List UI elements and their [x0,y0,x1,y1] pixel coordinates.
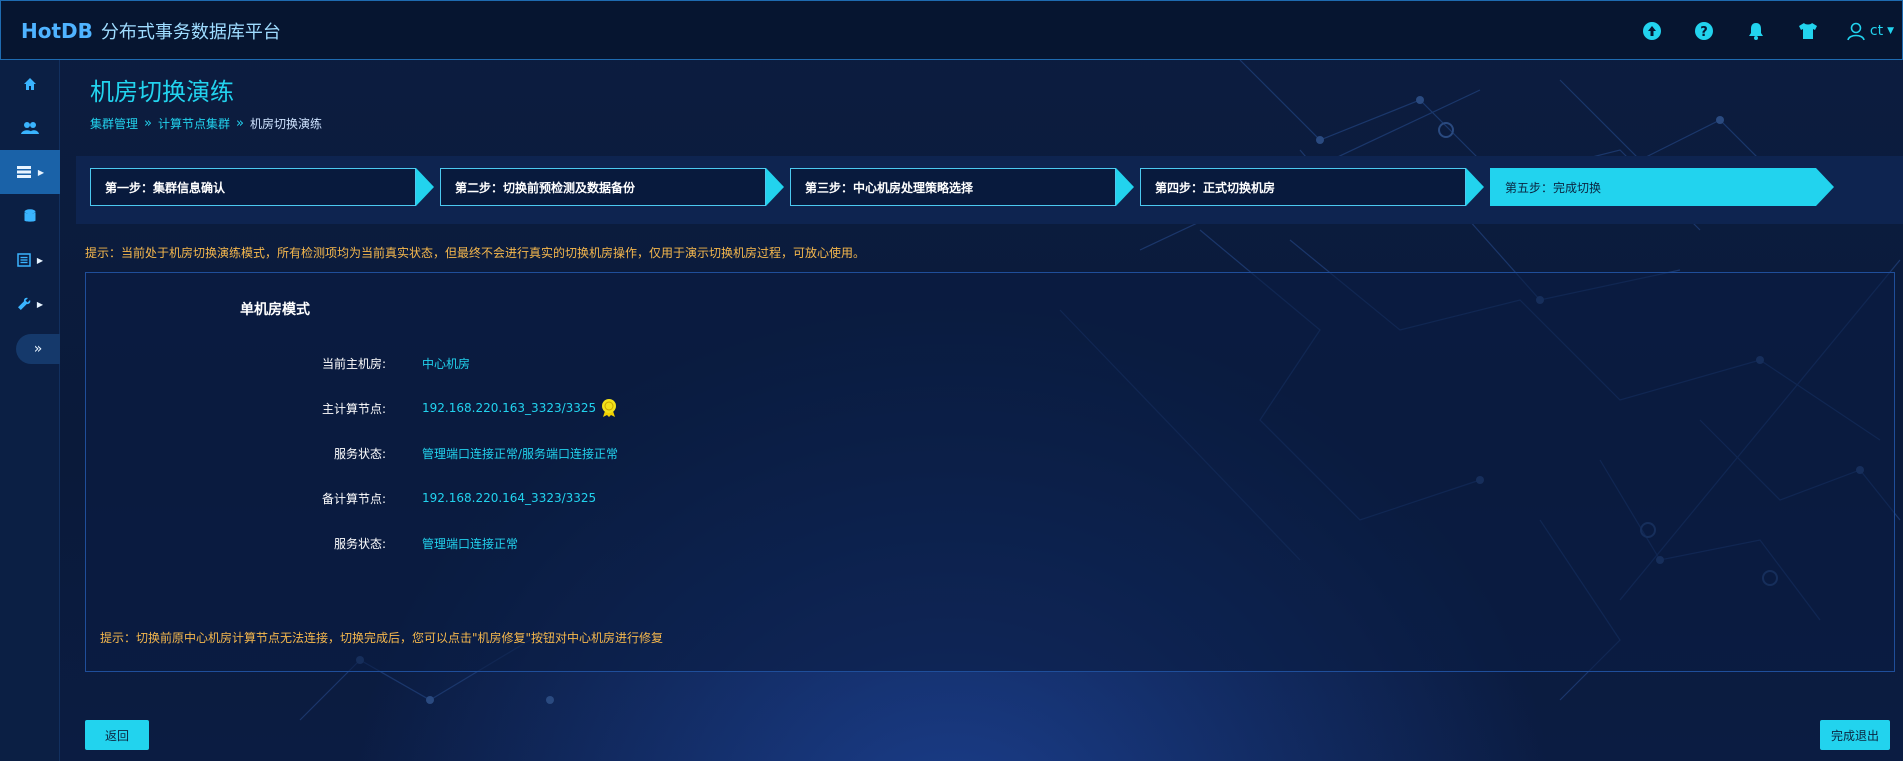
value-text: 管理端口连接正常/服务端口连接正常 [422,446,619,461]
value-text: 管理端口连接正常 [422,536,519,551]
back-button[interactable]: 返回 [85,720,149,750]
row-label: 备计算节点: [321,491,386,506]
sidebar-toggle[interactable]: » [16,334,60,364]
sidebar: ▶ ▶ ▶ » [0,60,60,761]
finish-exit-button[interactable]: 完成退出 [1820,720,1890,750]
header-actions: ? ct ▼ [1638,15,1902,47]
double-chevron-right-icon: » [33,341,43,357]
demo-mode-hint: 提示：当前处于机房切换演练模式，所有检测项均为当前真实状态，但最终不会进行真实的… [85,246,866,260]
info-row: 服务状态: 管理端口连接正常 [86,533,518,553]
main-content: 机房切换演练 集群管理 » 计算节点集群 » 机房切换演练 第一步：集群信息确认… [60,60,1903,761]
step-1: 第一步：集群信息确认 [90,168,416,206]
step-arrow-icon [416,168,434,206]
step-arrow-icon [1116,168,1134,206]
database-icon [24,209,36,222]
svg-text:?: ? [1700,25,1708,40]
logo[interactable]: HotDB 分布式事务数据库平台 [21,15,281,47]
step-5: 第五步：完成切换 [1490,168,1816,206]
summary-panel: 单机房模式 当前主机房: 中心机房 主计算节点: 192.168.220.163… [85,272,1895,672]
chevron-down-icon: ▼ [1887,26,1894,36]
step-4: 第四步：正式切换机房 [1140,168,1466,206]
row-value: 中心机房 [422,355,470,372]
sidebar-item-users[interactable] [0,106,60,150]
row-label: 当前主机房: [321,356,386,371]
list-icon [17,253,31,267]
page-title: 机房切换演练 [90,78,234,106]
value-text: 192.168.220.164_3323/3325 [422,491,597,505]
users-icon [21,122,39,134]
info-row: 当前主机房: 中心机房 [86,353,470,373]
logo-text: HotDB [21,19,93,43]
row-value: 192.168.220.163_3323/3325 [422,398,618,418]
sidebar-item-list[interactable]: ▶ [0,238,60,282]
sidebar-item-home[interactable] [0,62,60,106]
sidebar-item-cluster[interactable]: ▶ [0,150,60,194]
sidebar-item-tools[interactable]: ▶ [0,282,60,326]
row-label: 服务状态: [333,446,386,461]
step-progress: 第一步：集群信息确认 第二步：切换前预检测及数据备份 第三步：中心机房处理策略选… [76,156,1903,224]
row-value: 192.168.220.164_3323/3325 [422,491,596,505]
step-3: 第三步：中心机房处理策略选择 [790,168,1116,206]
row-value: 管理端口连接正常 [422,535,518,552]
upload-icon[interactable] [1638,17,1666,45]
info-row: 主计算节点: 192.168.220.163_3323/3325 [86,398,618,418]
theme-icon[interactable] [1794,17,1822,45]
breadcrumb: 集群管理 » 计算节点集群 » 机房切换演练 [90,115,322,132]
info-row: 备计算节点: 192.168.220.164_3323/3325 [86,488,596,508]
help-icon[interactable]: ? [1690,17,1718,45]
user-menu[interactable]: ct ▼ [1846,21,1894,41]
value-text: 中心机房 [422,356,471,371]
step-label: 第二步：切换前预检测及数据备份 [455,180,636,195]
breadcrumb-compute-cluster[interactable]: 计算节点集群 [158,115,230,132]
sidebar-item-database[interactable] [0,194,60,238]
step-arrow-icon [766,168,784,206]
info-row: 服务状态: 管理端口连接正常/服务端口连接正常 [86,443,618,463]
breadcrumb-separator-icon: » [144,116,152,131]
chevron-right-icon: ▶ [36,255,44,265]
repair-hint: 提示：切换前原中心机房计算节点无法连接，切换完成后，您可以点击"机房修复"按钮对… [100,631,664,645]
home-icon [24,78,36,90]
top-header: HotDB 分布式事务数据库平台 ? ct ▼ [0,0,1903,60]
user-name: ct [1869,23,1884,39]
step-label: 第一步：集群信息确认 [105,180,226,195]
step-arrow-icon [1466,168,1484,206]
breadcrumb-separator-icon: » [236,116,244,131]
step-label: 第四步：正式切换机房 [1155,180,1276,195]
breadcrumb-current: 机房切换演练 [249,117,322,131]
step-label: 第五步：完成切换 [1505,180,1602,195]
step-2: 第二步：切换前预检测及数据备份 [440,168,766,206]
value-text: 192.168.220.163_3323/3325 [422,401,597,415]
server-icon [16,166,31,178]
user-icon [1847,22,1865,41]
step-arrow-icon [1816,168,1834,206]
row-label: 主计算节点: [321,401,386,416]
row-label: 服务状态: [333,536,386,551]
chevron-right-icon: ▶ [37,167,45,177]
master-medal-icon [602,399,617,417]
row-value: 管理端口连接正常/服务端口连接正常 [422,445,618,462]
bell-icon[interactable] [1742,17,1770,45]
panel-title: 单机房模式 [240,302,310,318]
breadcrumb-cluster-management[interactable]: 集群管理 [90,115,138,132]
wrench-icon [17,297,31,310]
chevron-right-icon: ▶ [36,299,44,309]
app-title: 分布式事务数据库平台 [100,22,281,43]
step-label: 第三步：中心机房处理策略选择 [805,180,974,195]
